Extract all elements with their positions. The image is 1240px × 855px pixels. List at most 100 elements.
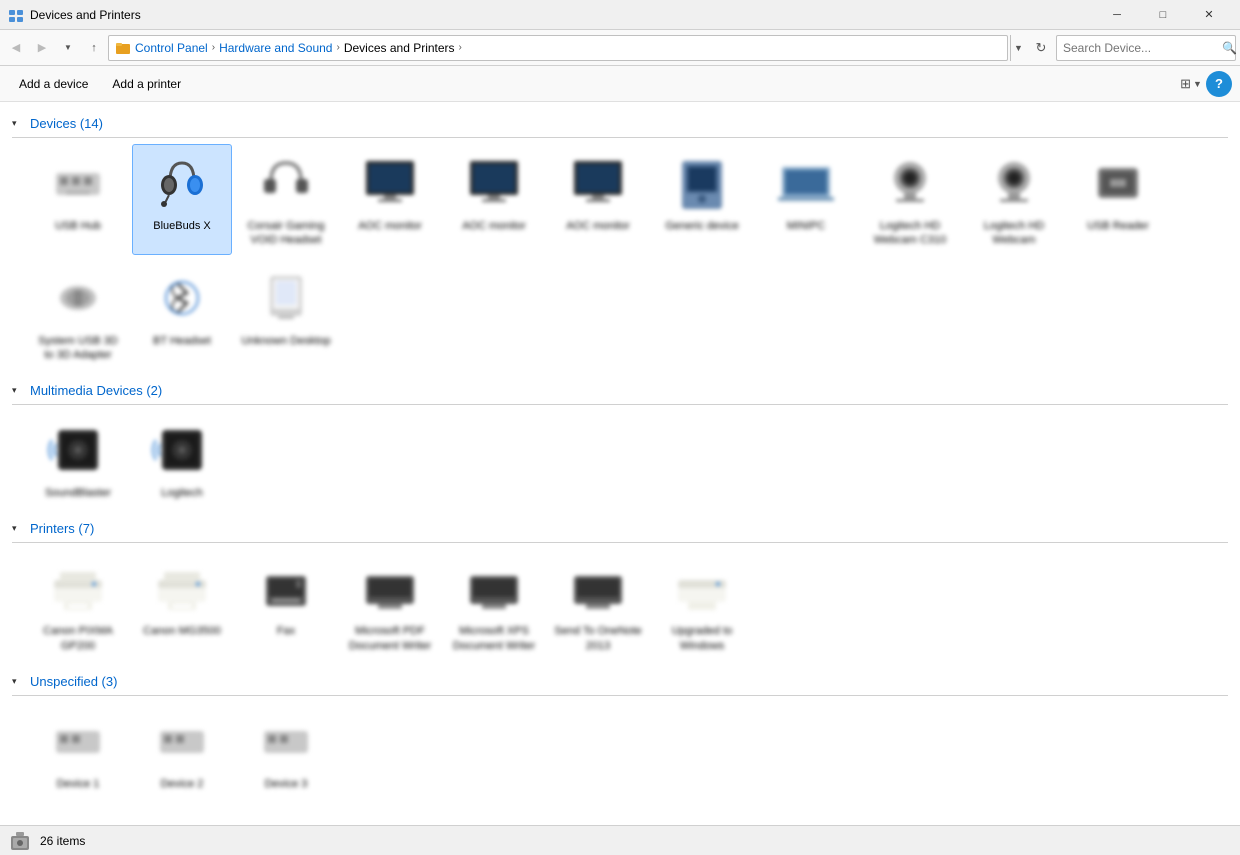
devices-section-header[interactable]: ▾ Devices (14): [12, 110, 1228, 135]
device-icon-ms-xps: [462, 556, 526, 620]
view-dropdown-arrow: ▼: [1193, 79, 1202, 89]
device-name-soundblaster: SoundBlaster: [45, 486, 111, 500]
device-item-bluebuds[interactable]: BlueBuds X: [132, 144, 232, 255]
device-item-canon-mg[interactable]: Canon MG3500: [132, 549, 232, 660]
device-icon-fax: [254, 556, 318, 620]
device-icon-minipc: [774, 151, 838, 215]
device-name-webcam2: Logitech HD Webcam: [969, 219, 1059, 248]
device-icon-logitech-pc: [150, 418, 214, 482]
device-icon-monitor3: [566, 151, 630, 215]
device-name-ms-pdf: Microsoft PDF Document Writer: [345, 624, 435, 653]
device-name-bluebuds: BlueBuds X: [153, 219, 210, 233]
device-item-usb-reader[interactable]: USB Reader: [1068, 144, 1168, 255]
device-item-bt[interactable]: BT Headset: [132, 259, 232, 370]
breadcrumb-control-panel[interactable]: Control Panel: [135, 41, 208, 55]
multimedia-divider: [12, 404, 1228, 405]
view-icon: ⊞: [1180, 76, 1191, 92]
device-icon-webcam2: [982, 151, 1046, 215]
breadcrumb-devices-printers: Devices and Printers: [344, 41, 455, 55]
forward-button[interactable]: ▶: [30, 35, 54, 61]
window-title: Devices and Printers: [30, 8, 1094, 22]
device-item-usb-hub[interactable]: USB Hub: [28, 144, 128, 255]
device-item-webcam2[interactable]: Logitech HD Webcam: [964, 144, 1064, 255]
dropdown-button[interactable]: ▼: [56, 35, 80, 61]
device-item-realtek[interactable]: System USB 3D to 3D Adapter: [28, 259, 128, 370]
device-icon-bluebuds: [150, 151, 214, 215]
device-item-ms-xps[interactable]: Microsoft XPS Document Writer: [444, 549, 544, 660]
main-area: ▾ Devices (14) USB Hub: [0, 102, 1240, 825]
minimize-button[interactable]: ─: [1094, 0, 1140, 30]
device-item-unspec1[interactable]: Device 1: [28, 702, 128, 798]
search-icon: 🔍: [1222, 41, 1237, 55]
breadcrumb-hardware[interactable]: Hardware and Sound: [219, 41, 332, 55]
device-name-logitech-pc: Logitech: [161, 486, 203, 500]
device-item-monitor2[interactable]: AOC monitor: [444, 144, 544, 255]
device-name-unspec1: Device 1: [57, 777, 100, 791]
statusbar-icon: [8, 829, 32, 853]
device-name-minipc: MINIPC: [787, 219, 826, 233]
device-name-unspec2: Device 2: [161, 777, 204, 791]
device-name-generic: Generic device: [665, 219, 738, 233]
device-item-desktop[interactable]: Unknown Desktop: [236, 259, 336, 370]
device-name-webcam1: Logitech HD Webcam C310: [865, 219, 955, 248]
device-icon-unspec1: [46, 709, 110, 773]
statusbar: 26 items: [0, 825, 1240, 855]
device-item-upgraded[interactable]: Upgraded to Windows: [652, 549, 752, 660]
window-controls: ─ □ ✕: [1094, 0, 1232, 30]
printers-section-title: Printers (7): [30, 521, 94, 536]
device-name-upgraded: Upgraded to Windows: [657, 624, 747, 653]
device-item-webcam1[interactable]: Logitech HD Webcam C310: [860, 144, 960, 255]
printers-divider: [12, 542, 1228, 543]
device-name-onenote: Send To OneNote 2013: [553, 624, 643, 653]
device-item-logitech-pc[interactable]: Logitech: [132, 411, 232, 507]
content-area[interactable]: ▾ Devices (14) USB Hub: [0, 102, 1240, 825]
devices-chevron: ▾: [12, 118, 24, 129]
multimedia-chevron: ▾: [12, 385, 24, 396]
breadcrumb-sep-3: ›: [459, 42, 462, 53]
device-item-unspec2[interactable]: Device 2: [132, 702, 232, 798]
address-dropdown[interactable]: ▼: [1010, 35, 1026, 61]
device-icon-canon-mg: [150, 556, 214, 620]
breadcrumb-sep-1: ›: [212, 42, 215, 53]
addressbar: ◀ ▶ ▼ ↑ Control Panel › Hardware and Sou…: [0, 30, 1240, 66]
device-item-monitor3[interactable]: AOC monitor: [548, 144, 648, 255]
unspecified-chevron: ▾: [12, 676, 24, 687]
view-options-button[interactable]: ⊞ ▼: [1178, 71, 1204, 97]
maximize-button[interactable]: □: [1140, 0, 1186, 30]
unspecified-section-header[interactable]: ▾ Unspecified (3): [12, 668, 1228, 693]
devices-grid: USB Hub: [12, 140, 1228, 377]
device-item-soundblaster[interactable]: SoundBlaster: [28, 411, 128, 507]
device-item-fax[interactable]: Fax: [236, 549, 336, 660]
breadcrumb-bar: Control Panel › Hardware and Sound › Dev…: [108, 35, 1008, 61]
devices-section-title: Devices (14): [30, 116, 103, 131]
device-item-minipc[interactable]: MINIPC: [756, 144, 856, 255]
device-icon-generic: [670, 151, 734, 215]
device-item-corsair[interactable]: Corsair Gaming VOID Headset: [236, 144, 336, 255]
device-name-usb-hub: USB Hub: [55, 219, 101, 233]
device-icon-webcam1: [878, 151, 942, 215]
add-device-button[interactable]: Add a device: [8, 71, 99, 97]
multimedia-grid: SoundBlaster Logitech: [12, 407, 1228, 515]
device-item-monitor1[interactable]: AOC monitor: [340, 144, 440, 255]
device-icon-unspec3: [254, 709, 318, 773]
refresh-button[interactable]: ↻: [1028, 35, 1054, 61]
device-item-unspec3[interactable]: Device 3: [236, 702, 336, 798]
device-item-ms-pdf[interactable]: Microsoft PDF Document Writer: [340, 549, 440, 660]
folder-icon: [115, 40, 131, 56]
up-button[interactable]: ↑: [82, 35, 106, 61]
printers-section-header[interactable]: ▾ Printers (7): [12, 515, 1228, 540]
close-button[interactable]: ✕: [1186, 0, 1232, 30]
device-icon-usb-reader: [1086, 151, 1150, 215]
device-item-generic[interactable]: Generic device: [652, 144, 752, 255]
back-button[interactable]: ◀: [4, 35, 28, 61]
device-item-canon-pixma[interactable]: Canon PIXMA GP200: [28, 549, 128, 660]
add-printer-button[interactable]: Add a printer: [101, 71, 192, 97]
device-item-onenote[interactable]: Send To OneNote 2013: [548, 549, 648, 660]
device-name-canon-mg: Canon MG3500: [143, 624, 221, 638]
search-input[interactable]: [1063, 41, 1218, 55]
toolbar: Add a device Add a printer ⊞ ▼ ?: [0, 66, 1240, 102]
search-box: 🔍: [1056, 35, 1236, 61]
help-button[interactable]: ?: [1206, 71, 1232, 97]
multimedia-section-header[interactable]: ▾ Multimedia Devices (2): [12, 377, 1228, 402]
device-icon-soundblaster: [46, 418, 110, 482]
